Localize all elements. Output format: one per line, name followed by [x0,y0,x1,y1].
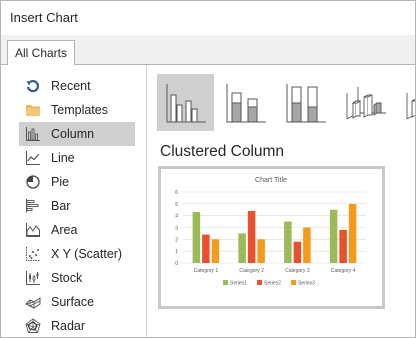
sidebar-item-label: Pie [51,175,70,189]
sidebar-item-templates[interactable]: Templates [19,98,135,122]
bar [329,209,338,263]
sidebar-item-pie[interactable]: Pie [19,170,135,194]
stacked-100-column-icon [286,83,326,122]
subtype-title: Clustered Column [160,143,285,160]
subtype-3d-clustered-column[interactable] [337,74,394,131]
sidebar-item-stock[interactable]: Stock [19,266,135,290]
x-tick-label: Category 4 [331,268,356,274]
bar-chart-icon [24,197,42,215]
legend-label: Series3 [298,281,315,287]
recent-icon [24,77,42,95]
column-chart-icon [24,125,42,143]
chart-type-panel: Clustered Column Chart Title 0 1 2 3 4 5 6 Categ… [148,65,415,337]
sidebar-item-surface[interactable]: Surface [19,290,135,314]
sidebar-item-label: Line [51,151,75,165]
bar [202,234,210,263]
sidebar-item-column[interactable]: Column [19,122,135,146]
y-tick-label: 2 [175,237,178,243]
radar-chart-icon [24,317,42,335]
insert-chart-dialog: Insert Chart All Charts Recent Templates [0,0,416,338]
sidebar-item-label: Stock [51,271,83,285]
bar [348,203,357,263]
sidebar-item-label: Radar [51,319,86,333]
sidebar-item-label: X Y (Scatter) [51,247,123,261]
chart-preview: Chart Title 0 1 2 3 4 5 6 Category 1 Category 2 Ca… [158,166,385,309]
stock-chart-icon [24,269,42,287]
bar [211,239,220,263]
y-tick-label: 3 [175,226,178,232]
bar [303,227,311,263]
legend-swatch [291,280,296,285]
subtype-clustered-column[interactable] [157,74,214,131]
legend-label: Series1 [230,281,247,287]
subtype-stacked-column[interactable] [217,74,274,131]
sidebar-item-label: Column [51,127,95,141]
bar [257,239,265,263]
tab-all-charts[interactable]: All Charts [7,40,75,66]
folder-icon [24,101,42,119]
sidebar-item-line[interactable]: Line [19,146,135,170]
sidebar-item-scatter[interactable]: X Y (Scatter) [19,242,135,266]
chart-title: Chart Title [255,177,287,184]
bar [284,221,292,263]
sidebar-item-label: Recent [51,79,91,93]
line-chart-icon [24,149,42,167]
3d-clustered-column-icon [346,86,386,119]
legend-swatch [257,280,262,285]
sidebar-item-area[interactable]: Area [19,218,135,242]
pie-chart-icon [24,173,42,191]
y-tick-label: 1 [175,249,178,255]
y-tick-label: 0 [175,261,178,267]
bar [293,241,302,263]
sidebar-item-label: Templates [51,103,108,117]
y-tick-label: 4 [175,214,178,220]
y-tick-label: 6 [175,190,178,196]
x-tick-label: Category 1 [194,268,219,274]
dialog-title: Insert Chart [1,1,415,35]
scatter-chart-icon [24,245,42,263]
x-tick-label: Category 3 [285,268,310,274]
sidebar-item-label: Area [51,223,78,237]
bar [339,229,347,263]
sidebar-item-radar[interactable]: Radar [19,314,135,338]
bar [247,210,256,263]
sidebar-item-label: Surface [51,295,95,309]
subtype-3d-column[interactable] [397,74,415,131]
chart-type-list: Recent Templates Column Line Pie Bar Are… [1,65,147,337]
legend-label: Series2 [264,281,281,287]
subtype-100-stacked-column[interactable] [277,74,334,131]
sidebar-item-label: Bar [51,199,71,213]
bar [238,233,246,263]
bar [192,212,201,263]
preview-chart: Chart Title 0 1 2 3 4 5 6 Category 1 Category 2 Ca… [175,177,366,287]
3d-column-icon [406,92,415,119]
clustered-column-icon [166,83,206,122]
subtype-gallery [157,74,415,131]
legend-swatch [223,280,228,285]
dialog-content: Recent Templates Column Line Pie Bar Are… [1,65,415,337]
surface-chart-icon [24,293,42,311]
stacked-column-icon [226,83,266,122]
sidebar-item-recent[interactable]: Recent [19,74,135,98]
sidebar-item-bar[interactable]: Bar [19,194,135,218]
x-tick-label: Category 2 [239,268,264,274]
area-chart-icon [24,221,42,239]
y-tick-label: 5 [175,202,178,208]
tab-strip: All Charts [1,35,415,66]
